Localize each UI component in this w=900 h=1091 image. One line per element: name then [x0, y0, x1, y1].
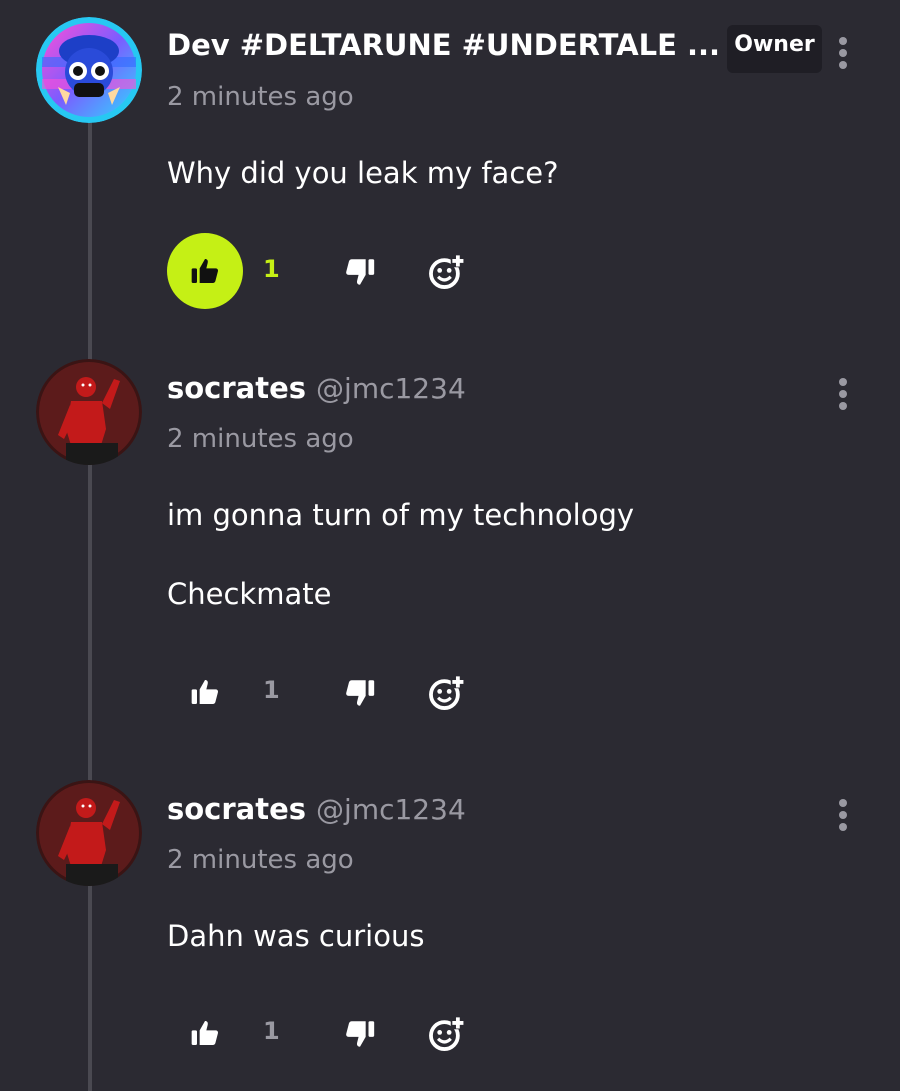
more-options-icon[interactable]: [832, 799, 854, 835]
owner-badge: Owner: [727, 25, 822, 73]
comment-actions: 1: [167, 233, 487, 309]
blue-masked-character-avatar: [36, 17, 142, 123]
author-row: socrates @jmc1234: [167, 792, 466, 826]
like-count: 1: [263, 1017, 280, 1045]
thread-line: [88, 884, 92, 1091]
thread-line: [88, 462, 92, 782]
like-count: 1: [263, 255, 280, 283]
thumbs-down-icon[interactable]: [343, 1017, 377, 1051]
author-handle[interactable]: @jmc1234: [316, 372, 466, 405]
comment-actions: 1: [167, 654, 487, 730]
author-name[interactable]: Dev #DELTARUNE #UNDERTALE ...: [167, 28, 720, 62]
author-name[interactable]: socrates: [167, 792, 306, 826]
more-options-icon[interactable]: [832, 37, 854, 73]
like-button[interactable]: [167, 233, 243, 309]
comment-body: Why did you leak my face?: [167, 156, 559, 190]
author-row: Dev #DELTARUNE #UNDERTALE ...: [167, 28, 720, 62]
comment-body-line: im gonna turn of my technology: [167, 498, 635, 532]
timestamp: 2 minutes ago: [167, 82, 354, 112]
thumbs-up-icon: [191, 1021, 219, 1045]
thumbs-down-icon[interactable]: [343, 676, 377, 710]
comment-actions: 1: [167, 995, 487, 1071]
author-name[interactable]: socrates: [167, 371, 306, 405]
thumbs-down-icon[interactable]: [343, 255, 377, 289]
red-figure-avatar: [36, 359, 142, 465]
timestamp: 2 minutes ago: [167, 845, 354, 875]
red-figure-avatar: [36, 780, 142, 886]
thread-line: [88, 122, 92, 362]
avatar[interactable]: [36, 359, 142, 465]
comment-body: Dahn was curious: [167, 919, 425, 953]
add-reaction-icon[interactable]: [427, 1015, 465, 1053]
comment-thread: Dev #DELTARUNE #UNDERTALE ... Owner 2 mi…: [0, 0, 900, 1091]
thumbs-up-icon: [191, 680, 219, 704]
add-reaction-icon[interactable]: [427, 253, 465, 291]
like-button[interactable]: [167, 995, 243, 1071]
author-handle[interactable]: @jmc1234: [316, 793, 466, 826]
timestamp: 2 minutes ago: [167, 424, 354, 454]
thumbs-up-icon: [191, 259, 219, 283]
author-row: socrates @jmc1234: [167, 371, 466, 405]
like-count: 1: [263, 676, 280, 704]
avatar[interactable]: [36, 780, 142, 886]
more-options-icon[interactable]: [832, 378, 854, 414]
add-reaction-icon[interactable]: [427, 674, 465, 712]
avatar[interactable]: [36, 17, 142, 123]
like-button[interactable]: [167, 654, 243, 730]
comment-body-line: Checkmate: [167, 577, 332, 611]
